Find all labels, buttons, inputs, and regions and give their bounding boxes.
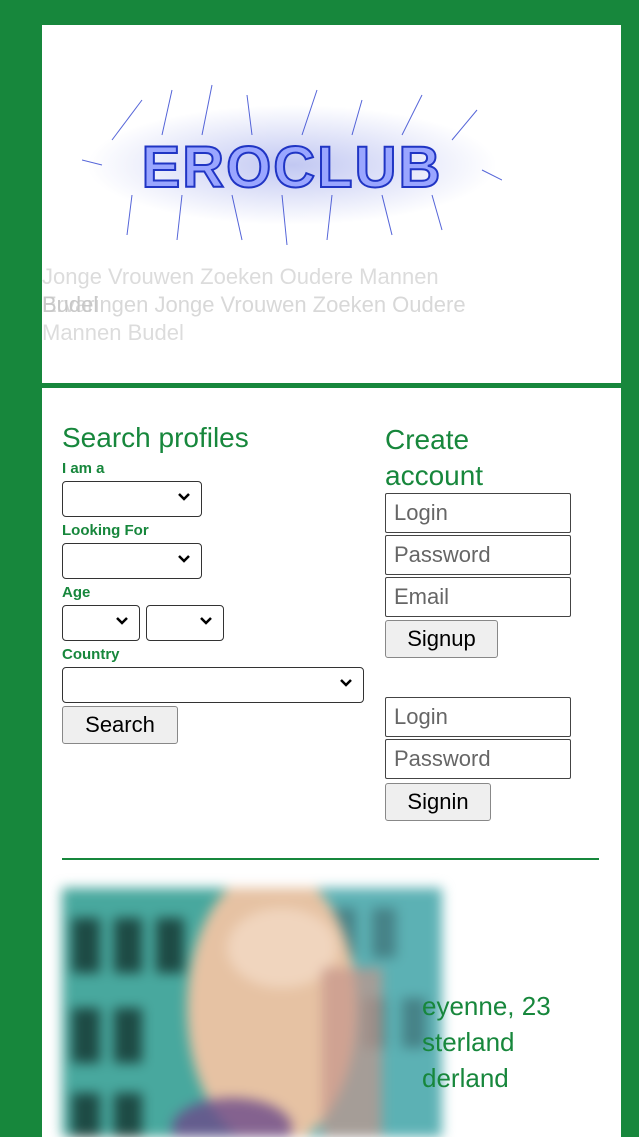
tagline-overlay: Budel bbox=[42, 292, 99, 317]
age-min-select[interactable] bbox=[62, 605, 140, 641]
country-label: Country bbox=[62, 646, 120, 663]
search-button[interactable]: Search bbox=[62, 706, 178, 744]
profile-region: sterland bbox=[422, 1027, 515, 1057]
profile-photo[interactable] bbox=[62, 888, 442, 1137]
age-max-select[interactable] bbox=[146, 605, 224, 641]
chevron-down-icon bbox=[178, 555, 190, 563]
chevron-down-icon bbox=[200, 617, 212, 625]
signup-password-field[interactable]: Password bbox=[385, 535, 571, 575]
country-select[interactable] bbox=[62, 667, 364, 703]
chevron-down-icon bbox=[340, 679, 352, 687]
signin-password-field[interactable]: Password bbox=[385, 739, 571, 779]
age-label: Age bbox=[62, 584, 91, 601]
site-header: EROCLUB Jonge Vrouwen Zoeken Oudere Mann… bbox=[42, 25, 621, 383]
signup-button[interactable]: Signup bbox=[385, 620, 498, 658]
looking-for-select[interactable] bbox=[62, 543, 202, 579]
i-am-label: I am a bbox=[62, 460, 105, 477]
section-divider bbox=[62, 858, 599, 860]
search-profiles-title: Search profiles bbox=[62, 422, 249, 453]
create-account-title: Create account bbox=[385, 424, 484, 491]
logo-text: EROCLUB bbox=[142, 135, 443, 200]
chevron-down-icon bbox=[116, 617, 128, 625]
signin-login-field[interactable]: Login bbox=[385, 697, 571, 737]
main-content: Search profiles I am a Looking For Age C… bbox=[42, 388, 621, 1137]
tagline-line-2: Ervaringen Jonge Vrouwen Zoeken Oudere bbox=[42, 292, 466, 317]
profile-name-age: eyenne, 23 bbox=[422, 991, 551, 1021]
signup-email-field[interactable]: Email bbox=[385, 577, 571, 617]
profile-country: derland bbox=[422, 1063, 509, 1093]
i-am-select[interactable] bbox=[62, 481, 202, 517]
tagline-line-1: Jonge Vrouwen Zoeken Oudere Mannen bbox=[42, 264, 439, 289]
profile-info[interactable]: eyenne, 23 sterland derland bbox=[422, 988, 551, 1096]
signup-login-field[interactable]: Login bbox=[385, 493, 571, 533]
tagline-line-3: Mannen Budel bbox=[42, 320, 184, 345]
signin-button[interactable]: Signin bbox=[385, 783, 491, 821]
looking-for-label: Looking For bbox=[62, 522, 149, 539]
eroclub-logo[interactable]: EROCLUB bbox=[82, 80, 502, 250]
chevron-down-icon bbox=[178, 493, 190, 501]
